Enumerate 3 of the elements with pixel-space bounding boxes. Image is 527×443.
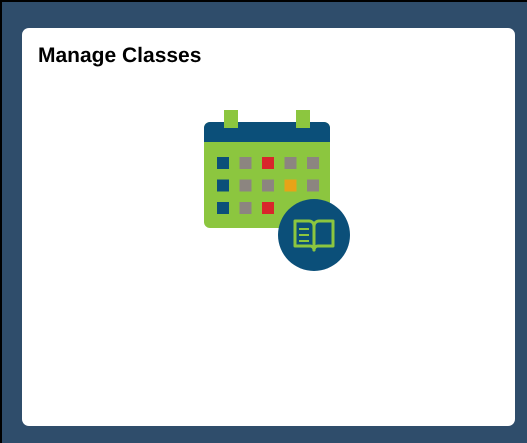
calendar-book-icon: [204, 110, 350, 272]
tile-title: Manage Classes: [38, 44, 202, 68]
tile-card[interactable]: Manage Classes: [22, 28, 515, 426]
